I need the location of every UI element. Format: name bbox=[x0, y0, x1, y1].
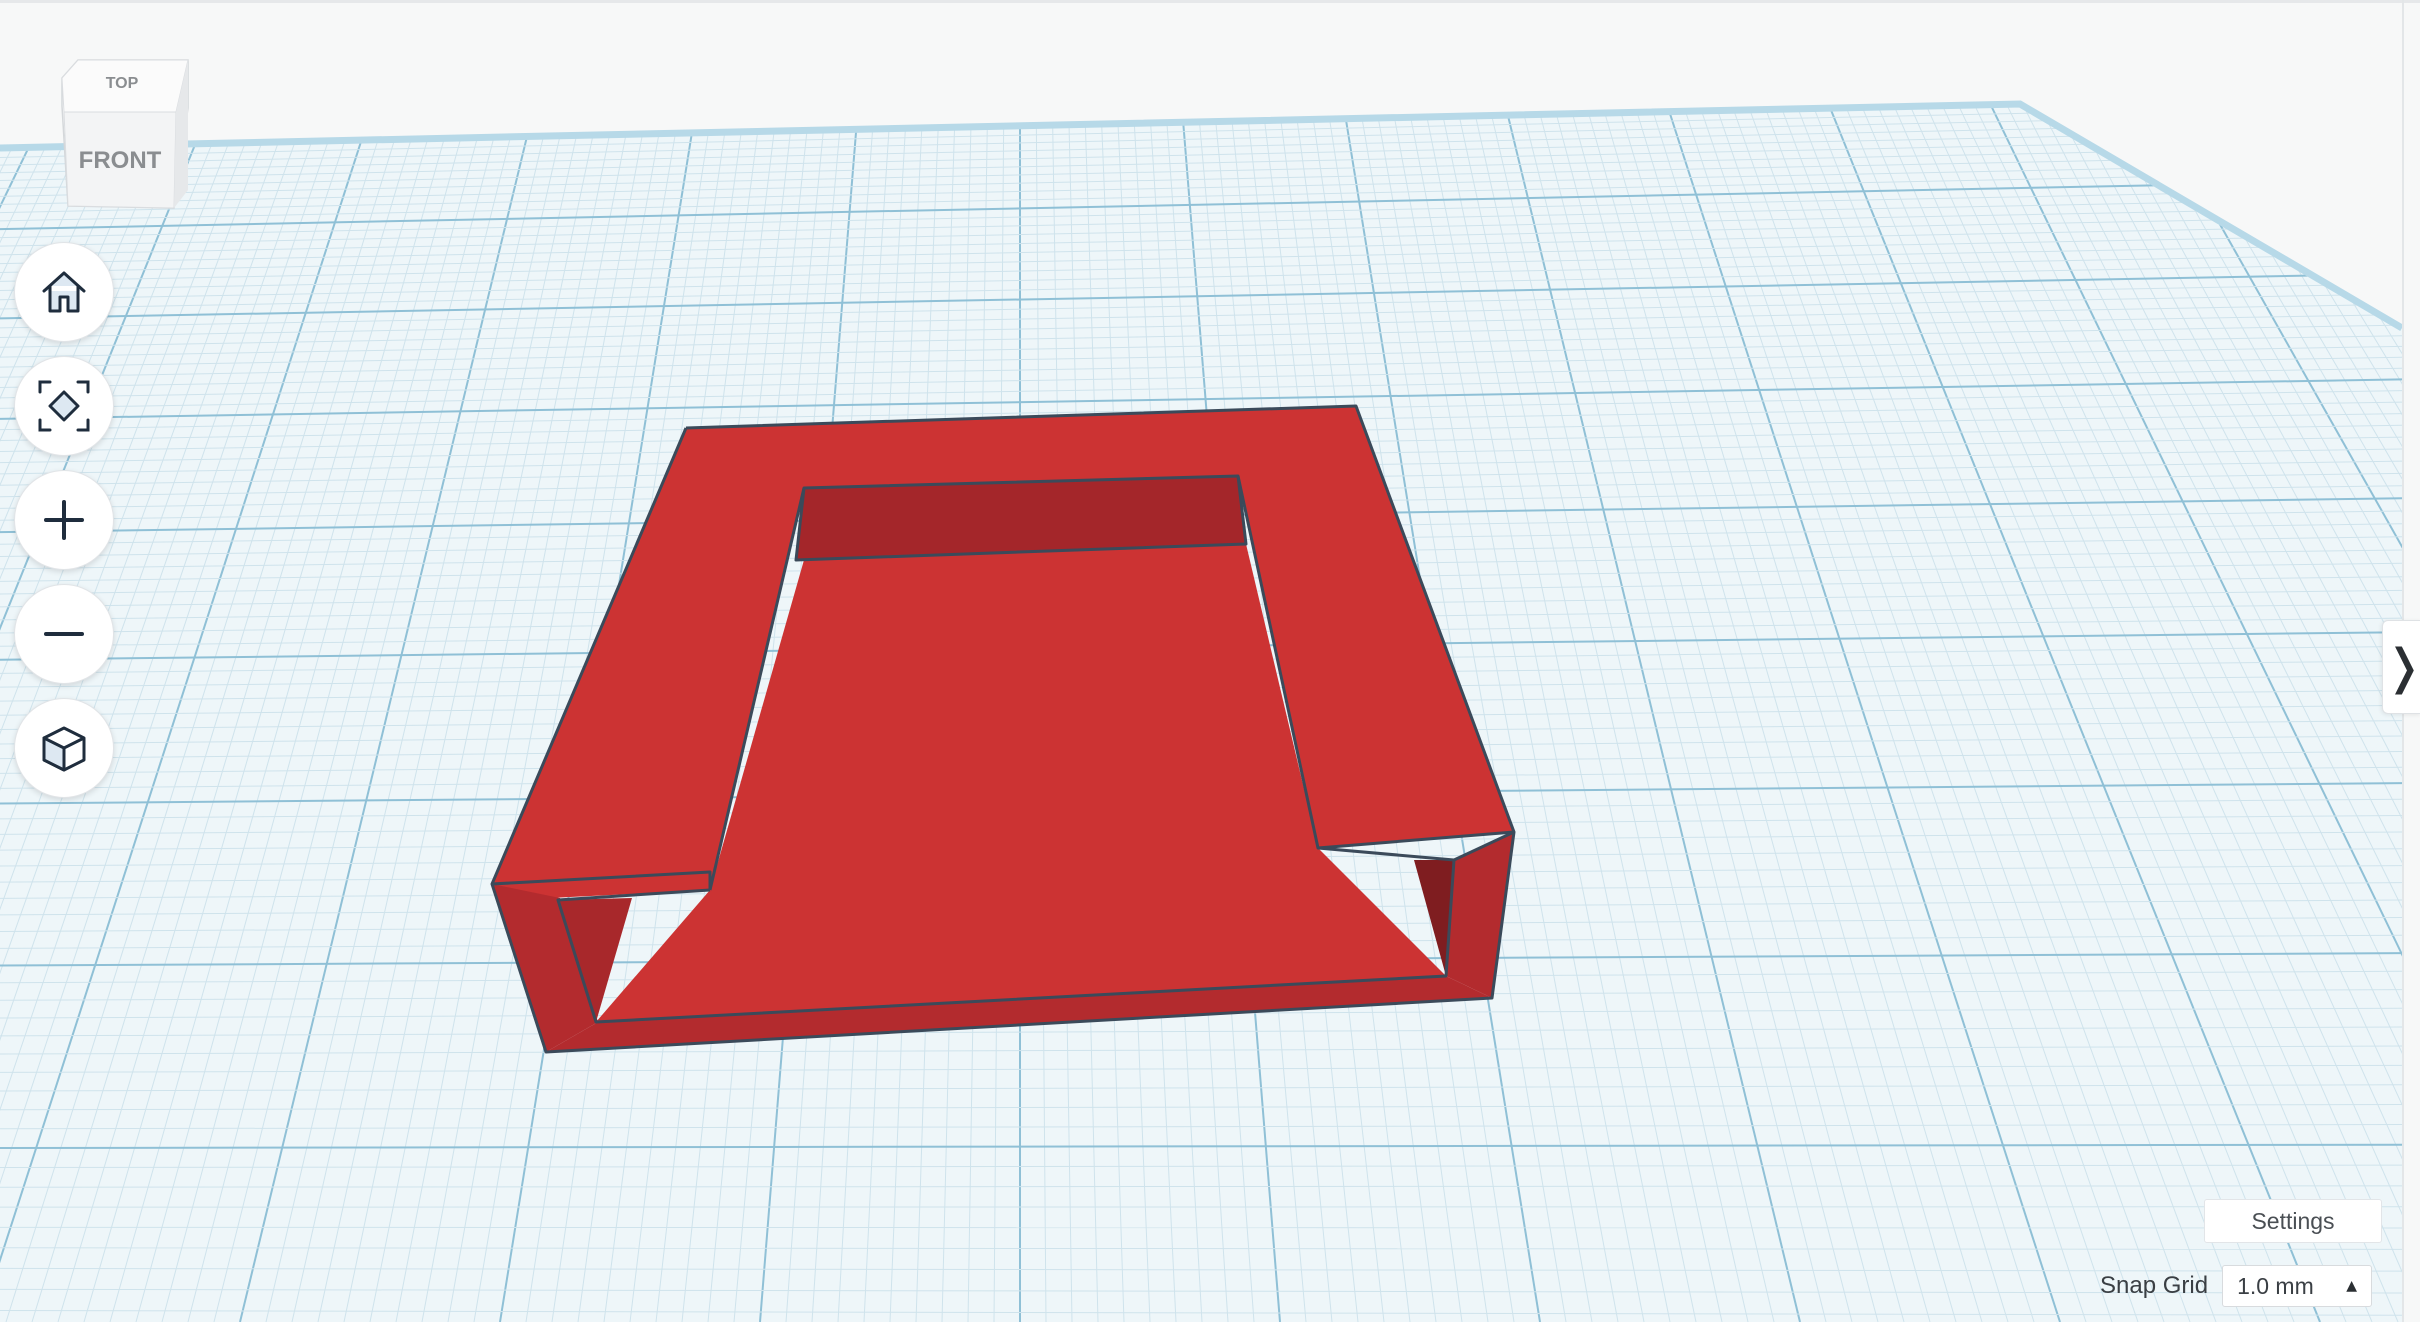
chevron-right-icon: ❭ bbox=[2384, 643, 2420, 691]
view-cube[interactable]: TOP FRONT bbox=[58, 56, 198, 216]
home-icon bbox=[42, 271, 86, 313]
view-cube-top-label[interactable]: TOP bbox=[106, 75, 139, 92]
settings-button[interactable]: Settings bbox=[2204, 1199, 2382, 1243]
zoom-in-button[interactable] bbox=[14, 470, 114, 570]
zoom-out-button[interactable] bbox=[14, 584, 114, 684]
fit-to-view-icon bbox=[38, 380, 90, 432]
fit-view-button[interactable] bbox=[14, 356, 114, 456]
workplane-scene[interactable] bbox=[0, 0, 2420, 1322]
minus-icon bbox=[44, 632, 84, 636]
view-cube-icon[interactable]: TOP FRONT bbox=[58, 56, 198, 216]
snap-grid-control: Snap Grid 1.0 mm ▲ bbox=[2100, 1264, 2373, 1308]
projection-button[interactable] bbox=[14, 698, 114, 798]
view-cube-front-label[interactable]: FRONT bbox=[79, 147, 162, 174]
view-toolbar bbox=[14, 242, 114, 812]
perspective-cube-icon bbox=[42, 726, 86, 772]
home-view-button[interactable] bbox=[14, 242, 114, 342]
snap-grid-label: Snap Grid bbox=[2100, 1272, 2209, 1299]
snap-grid-select[interactable]: 1.0 mm ▲ bbox=[2222, 1265, 2373, 1307]
top-border bbox=[0, 0, 2420, 3]
plus-icon bbox=[44, 500, 84, 540]
snap-grid-value: 1.0 mm bbox=[2237, 1272, 2314, 1299]
caret-up-icon: ▲ bbox=[2346, 1278, 2358, 1294]
expand-panel-button[interactable]: ❭ bbox=[2382, 620, 2420, 714]
3d-viewport[interactable]: TOP FRONT Settings Snap Grid 1.0 mm ▲ bbox=[0, 0, 2420, 1322]
